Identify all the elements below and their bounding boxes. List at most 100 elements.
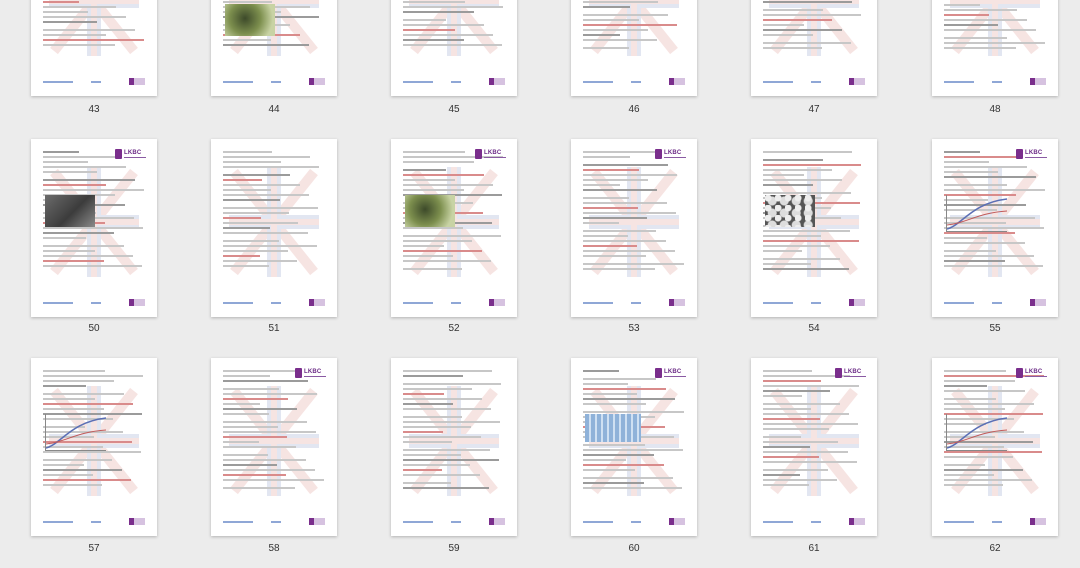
page-preview[interactable]: LKBC [31, 139, 157, 317]
logo-text: LKBC [664, 150, 682, 156]
lkbc-logo: LKBC [655, 368, 687, 382]
page-preview[interactable] [31, 0, 157, 96]
page-number: 57 [88, 543, 100, 554]
footer-logo-icon [309, 78, 325, 85]
page-number: 46 [628, 104, 640, 115]
page-footer [944, 78, 1046, 86]
page-number: 54 [808, 323, 820, 334]
page-preview[interactable] [751, 0, 877, 96]
chart-figure [45, 414, 107, 451]
page-preview[interactable] [932, 0, 1058, 96]
lkbc-logo: LKBC [835, 368, 867, 382]
logo-text: LKBC [304, 369, 322, 375]
text-lines [223, 370, 325, 492]
page-preview[interactable] [31, 358, 157, 536]
page-footer [43, 78, 145, 86]
text-lines [43, 0, 145, 49]
footer-logo-icon [849, 518, 865, 525]
page-number: 44 [268, 104, 280, 115]
footer-logo-icon [1030, 299, 1046, 306]
crest-icon [1016, 149, 1023, 159]
photo-figure [225, 4, 275, 36]
text-lines [403, 370, 505, 492]
page-number: 55 [989, 323, 1001, 334]
footer-logo-icon [669, 299, 685, 306]
crest-icon [475, 149, 482, 159]
text-lines [763, 370, 865, 489]
page-preview[interactable]: LKBC [932, 139, 1058, 317]
page-preview[interactable] [391, 358, 517, 536]
lkbc-logo: LKBC [1016, 149, 1048, 163]
page-number: 61 [808, 543, 820, 554]
page-footer [944, 299, 1046, 307]
page-preview[interactable] [391, 0, 517, 96]
chart-curve-icon [45, 417, 107, 449]
page-footer [583, 78, 685, 86]
text-lines [944, 0, 1046, 52]
page-number: 53 [628, 323, 640, 334]
chart-curve-icon [946, 417, 1008, 449]
footer-logo-icon [849, 299, 865, 306]
photo-figure [765, 195, 815, 227]
page-preview[interactable] [751, 139, 877, 317]
page-footer [403, 78, 505, 86]
page-footer [583, 299, 685, 307]
photo-figure [45, 195, 95, 227]
page-number: 43 [88, 104, 100, 115]
page-number: 62 [989, 543, 1001, 554]
page-footer [403, 518, 505, 526]
footer-logo-icon [849, 78, 865, 85]
page-footer [763, 78, 865, 86]
crest-icon [115, 149, 122, 159]
page-preview[interactable]: LKBC [571, 139, 697, 317]
page-footer [944, 518, 1046, 526]
page-footer [763, 518, 865, 526]
page-number: 47 [808, 104, 820, 115]
text-lines [763, 0, 865, 52]
photo-figure [405, 195, 455, 227]
footer-logo-icon [489, 518, 505, 525]
page-preview[interactable] [211, 0, 337, 96]
page-footer [223, 299, 325, 307]
footer-logo-icon [129, 78, 145, 85]
page-preview[interactable] [211, 139, 337, 317]
logo-text: LKBC [1025, 150, 1043, 156]
crest-icon [835, 368, 842, 378]
page-preview[interactable]: LKBC [211, 358, 337, 536]
page-number: 48 [989, 104, 1001, 115]
chart-figure [946, 195, 1008, 232]
photo-figure [585, 414, 641, 442]
page-preview[interactable]: LKBC [391, 139, 517, 317]
chart-figure [946, 414, 1008, 451]
page-preview[interactable]: LKBC [751, 358, 877, 536]
lkbc-logo: LKBC [655, 149, 687, 163]
footer-logo-icon [129, 518, 145, 525]
footer-logo-icon [669, 78, 685, 85]
page-number: 58 [268, 543, 280, 554]
footer-logo-icon [489, 299, 505, 306]
page-number: 51 [268, 323, 280, 334]
page-number: 45 [448, 104, 460, 115]
footer-logo-icon [309, 518, 325, 525]
page-footer [223, 518, 325, 526]
logo-text: LKBC [124, 150, 142, 156]
page-footer [223, 78, 325, 86]
page-number: 52 [448, 323, 460, 334]
logo-text: LKBC [484, 150, 502, 156]
page-preview[interactable]: LKBC [571, 358, 697, 536]
footer-logo-icon [669, 518, 685, 525]
footer-logo-icon [1030, 518, 1046, 525]
text-lines [583, 151, 685, 273]
lkbc-logo: LKBC [1016, 368, 1048, 382]
logo-text: LKBC [664, 369, 682, 375]
crest-icon [655, 368, 662, 378]
text-lines [403, 0, 505, 52]
footer-logo-icon [489, 78, 505, 85]
page-preview[interactable] [571, 0, 697, 96]
page-preview[interactable]: LKBC [932, 358, 1058, 536]
page-footer [403, 299, 505, 307]
page-footer [763, 299, 865, 307]
page-number: 59 [448, 543, 460, 554]
page-footer [43, 518, 145, 526]
page-number: 60 [628, 543, 640, 554]
